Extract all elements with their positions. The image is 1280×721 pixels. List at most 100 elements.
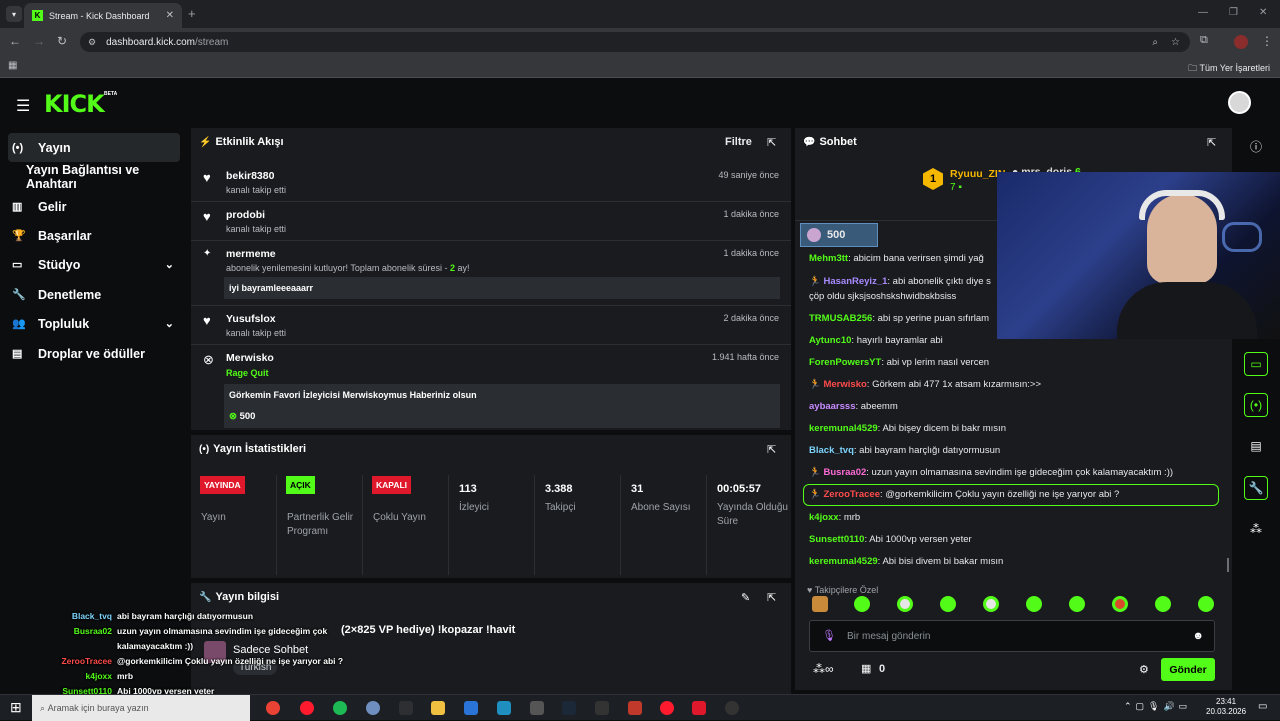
chat-username[interactable]: Mehm3tt: [809, 253, 848, 264]
site-info-icon[interactable]: ⚙: [88, 37, 96, 48]
chevron-down-icon[interactable]: ⌄: [165, 317, 174, 330]
expand-icon[interactable]: ⇱: [767, 591, 776, 604]
opera-gx-icon[interactable]: [660, 701, 674, 715]
new-tab-icon[interactable]: +: [188, 6, 196, 21]
emote-icon[interactable]: [1069, 596, 1085, 612]
sidebar-item-yayin[interactable]: (•) Yayın: [8, 133, 180, 162]
minimize-icon[interactable]: —: [1198, 7, 1208, 18]
taskbar-search[interactable]: ⌕ Aramak için buraya yazın: [32, 695, 250, 721]
feed-user[interactable]: Yusufslox: [226, 313, 276, 325]
feed-user[interactable]: Merwisko: [226, 352, 274, 364]
apps-grid-icon[interactable]: ▦: [8, 60, 17, 71]
chat-username[interactable]: keremunal4529: [809, 423, 878, 434]
chat-username[interactable]: k4joxx: [809, 512, 839, 523]
kick-logo[interactable]: KICK: [44, 90, 105, 118]
emote-icon[interactable]: [1026, 596, 1042, 612]
sidebar-item-studyo[interactable]: ▭ Stüdyo ⌄: [8, 250, 180, 279]
menu-icon[interactable]: ⋮: [1261, 34, 1273, 48]
address-bar[interactable]: ⚙ dashboard.kick.com/stream ⌕ ☆: [80, 32, 1190, 52]
clock[interactable]: 23:41 20.03.2026: [1206, 697, 1246, 717]
chat-scrollbar[interactable]: [1227, 558, 1229, 572]
reload-icon[interactable]: ↻: [57, 34, 67, 48]
profile-avatar[interactable]: [1234, 35, 1248, 49]
sidebar-item-topluluk[interactable]: 👥 Topluluk ⌄: [8, 309, 180, 338]
chat-username[interactable]: Black_tvq: [809, 445, 854, 456]
emote-icon[interactable]: [1112, 596, 1128, 612]
emote-icon[interactable]: [1198, 596, 1214, 612]
folder-icon[interactable]: [431, 701, 445, 715]
kick-points-icon[interactable]: ⁂∞: [813, 662, 834, 676]
system-tray-icons[interactable]: ⌃▢🎙🔊▭: [1124, 701, 1191, 712]
obs-icon[interactable]: [725, 701, 739, 715]
expand-icon[interactable]: ⇱: [1207, 136, 1216, 149]
opera-icon[interactable]: [300, 701, 314, 715]
feed-user[interactable]: bekir8380: [226, 170, 274, 182]
app-icon[interactable]: [497, 701, 511, 715]
feed-user[interactable]: mermeme: [226, 248, 276, 260]
chevron-down-icon[interactable]: ⌄: [165, 258, 174, 271]
sidebar-item-stream-key[interactable]: Yayın Bağlantısı ve Anahtarı: [22, 162, 192, 191]
hamburger-menu-icon[interactable]: ☰: [16, 96, 30, 116]
chat-username[interactable]: aybaarsss: [809, 401, 855, 412]
spotify-icon[interactable]: [333, 701, 347, 715]
pinned-points-card[interactable]: 500: [800, 223, 878, 247]
close-tab-icon[interactable]: ✕: [166, 10, 174, 21]
mail-icon[interactable]: [464, 701, 478, 715]
windows-start-icon[interactable]: ⊞: [10, 699, 22, 716]
sidebar-item-basarilar[interactable]: 🏆 Başarılar: [8, 221, 180, 250]
extensions-icon[interactable]: ⧉: [1200, 34, 1208, 47]
emoji-icon[interactable]: ☻: [1192, 630, 1204, 642]
bookmark-star-icon[interactable]: ☆: [1171, 37, 1180, 48]
chat-username[interactable]: Merwisko: [823, 379, 866, 390]
gift-box-icon[interactable]: ▦: [861, 662, 871, 675]
microphone-icon[interactable]: 🎙: [822, 629, 836, 642]
zoom-icon[interactable]: ⌕: [1152, 37, 1158, 48]
valorant-icon[interactable]: [692, 701, 706, 715]
tab-list-button[interactable]: ▾: [6, 6, 22, 22]
sidebar-item-droplar[interactable]: ▤ Droplar ve ödüller: [8, 339, 180, 368]
expand-icon[interactable]: ⇱: [767, 136, 776, 149]
calculator-icon[interactable]: [530, 701, 544, 715]
chat-username[interactable]: Sunsett0110: [809, 534, 864, 545]
chrome-icon[interactable]: [266, 701, 280, 715]
chat-username[interactable]: Aytunc10: [809, 335, 851, 346]
wrench-icon[interactable]: 🔧: [1244, 476, 1268, 500]
emote-icon[interactable]: [897, 596, 913, 612]
chat-input[interactable]: 🎙 Bir mesaj gönderin ☻: [809, 620, 1215, 652]
gear-icon[interactable]: ⚙: [1139, 663, 1149, 676]
forward-icon[interactable]: →: [33, 34, 45, 48]
sidebar-item-gelir[interactable]: ▥ Gelir: [8, 192, 180, 221]
edit-pencil-icon[interactable]: ✎: [741, 591, 750, 604]
restore-icon[interactable]: ❐: [1229, 7, 1238, 18]
browser-tab[interactable]: K Stream - Kick Dashboard ✕: [24, 3, 182, 28]
chat-username[interactable]: TRMUSAB256: [809, 313, 872, 324]
emote-icon[interactable]: [1155, 596, 1171, 612]
filter-button[interactable]: Filtre: [725, 136, 752, 148]
steam-icon[interactable]: [562, 701, 576, 715]
emote-icon[interactable]: [983, 596, 999, 612]
expand-icon[interactable]: ⇱: [767, 443, 776, 456]
emote-icon[interactable]: [812, 596, 828, 612]
chat-username[interactable]: HasanReyiz_1: [823, 276, 887, 287]
app-icon[interactable]: [366, 701, 380, 715]
all-bookmarks[interactable]: 🗀 Tüm Yer İşaretleri: [1188, 61, 1270, 77]
info-icon[interactable]: ⓘ: [1244, 134, 1268, 158]
voicemeeter-icon[interactable]: [628, 701, 642, 715]
back-icon[interactable]: ←: [9, 34, 21, 48]
kick-points-icon[interactable]: ⁂: [1244, 517, 1268, 541]
broadcast-icon[interactable]: (•): [1244, 393, 1268, 417]
cursor-app-icon[interactable]: [399, 701, 413, 715]
chat-username[interactable]: ZerooTracee: [823, 489, 880, 500]
feed-user[interactable]: prodobi: [226, 209, 265, 221]
sidebar-item-denetleme[interactable]: 🔧 Denetleme: [8, 280, 180, 309]
chat-username[interactable]: keremunal4529: [809, 556, 878, 567]
close-window-icon[interactable]: ✕: [1259, 7, 1267, 18]
chat-bubble-icon[interactable]: ▭: [1244, 352, 1268, 376]
epic-games-icon[interactable]: [595, 701, 609, 715]
send-button[interactable]: Gönder: [1161, 658, 1215, 681]
notification-icon[interactable]: ▭: [1258, 701, 1267, 712]
emote-icon[interactable]: [940, 596, 956, 612]
chat-username[interactable]: ForenPowersYT: [809, 357, 881, 368]
user-avatar[interactable]: [1228, 91, 1251, 114]
emote-icon[interactable]: [854, 596, 870, 612]
